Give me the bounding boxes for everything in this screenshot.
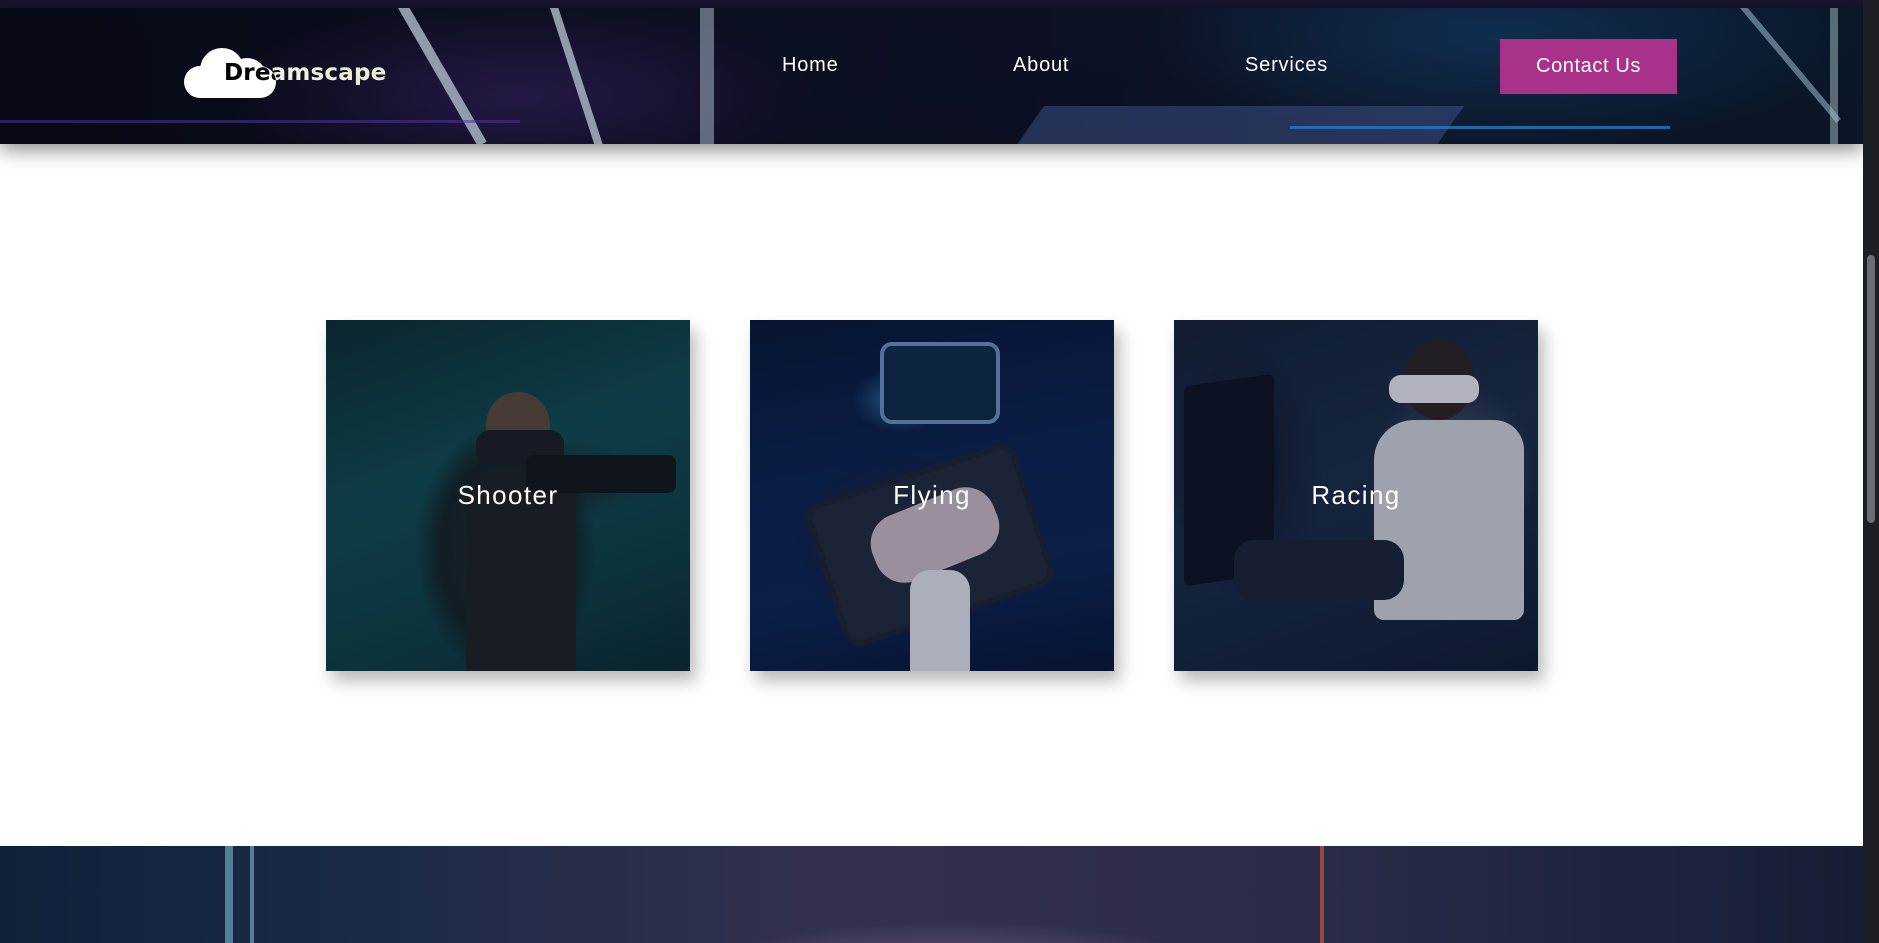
nav-about-link[interactable]: About (1013, 54, 1069, 77)
card-title: Flying (893, 480, 971, 510)
card-racing[interactable]: Racing (1174, 320, 1538, 671)
banner-bg-streak (225, 846, 233, 943)
experience-cards: Shooter Flying Racing (0, 320, 1863, 672)
card-title: Shooter (457, 480, 559, 510)
site-header: Dreamscape Home About Services Contact U… (0, 8, 1863, 144)
contact-us-button[interactable]: Contact Us (1500, 39, 1677, 94)
banner-bg-streak (250, 846, 254, 943)
card-title: Racing (1311, 480, 1401, 510)
card-shooter[interactable]: Shooter (326, 320, 690, 671)
page-viewport: Dreamscape Home About Services Contact U… (0, 0, 1863, 943)
nav-services-link[interactable]: Services (1245, 54, 1328, 77)
top-strip (0, 0, 1863, 8)
card-flying[interactable]: Flying (750, 320, 1114, 671)
bottom-hero-banner (0, 846, 1863, 943)
nav-home-link[interactable]: Home (782, 54, 839, 77)
banner-bg-streak (1320, 846, 1324, 943)
main-nav: Home About Services Contact Us (0, 8, 1863, 144)
scrollbar-thumb[interactable] (1867, 255, 1875, 523)
page-scrollbar[interactable] (1863, 0, 1879, 943)
